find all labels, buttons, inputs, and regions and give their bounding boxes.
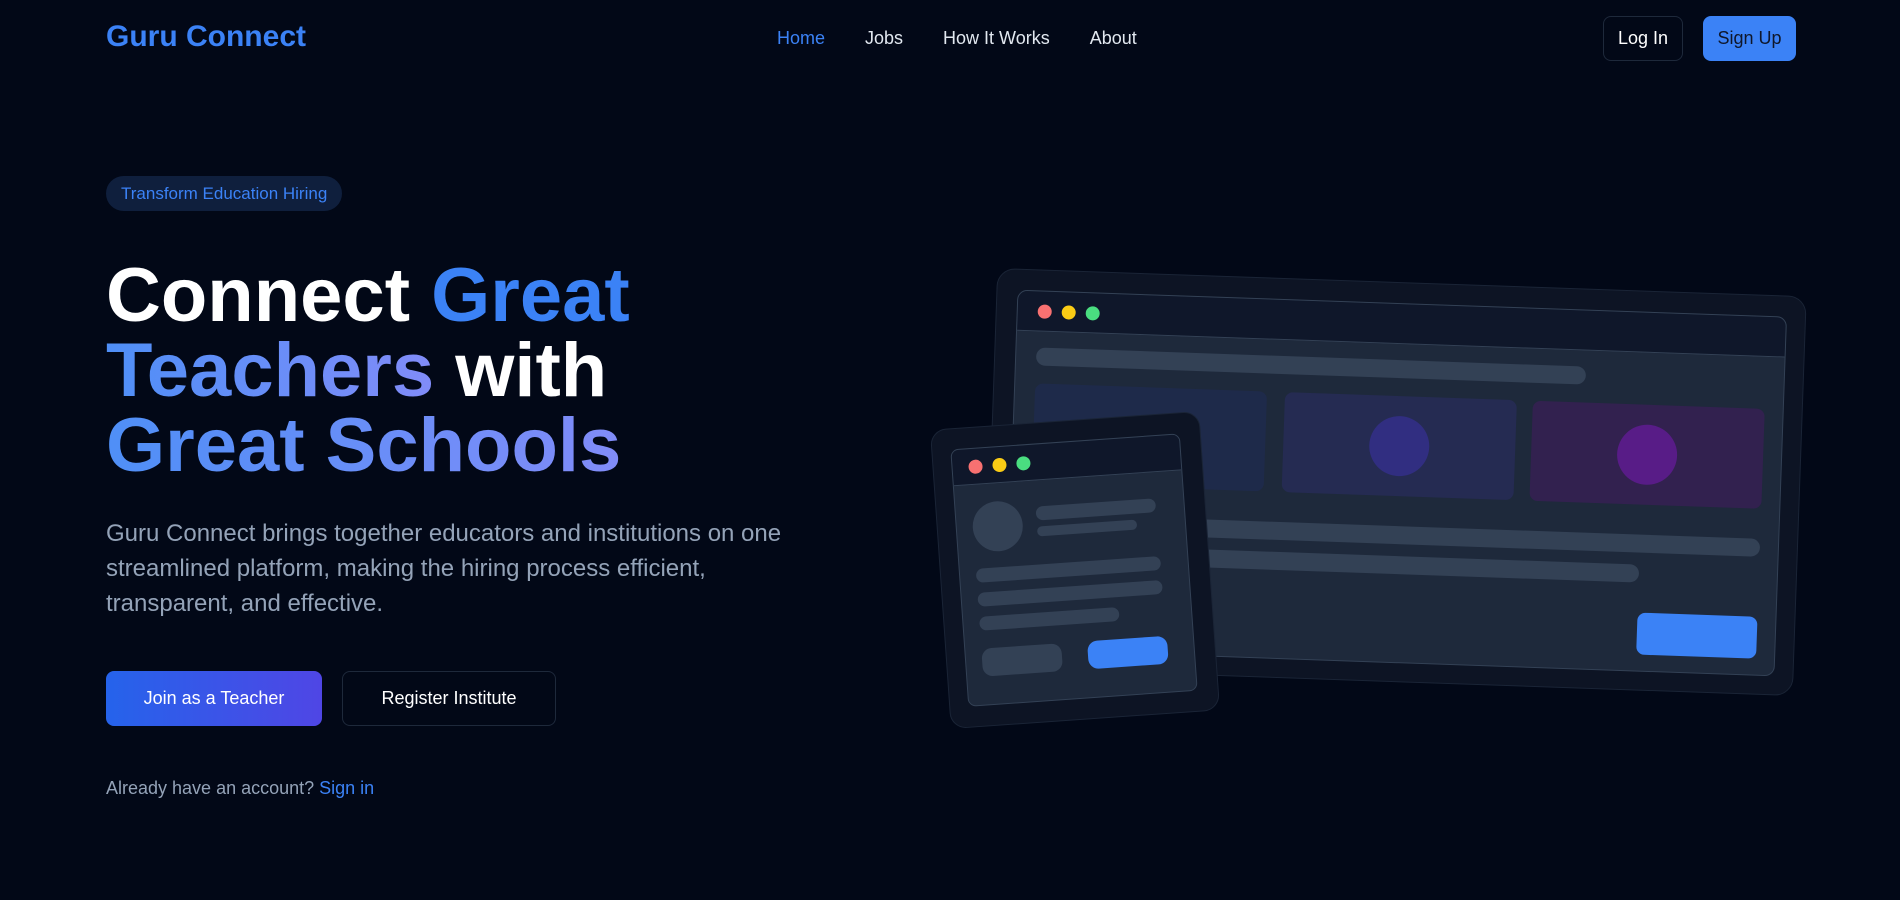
signin-link[interactable]: Sign in: [319, 778, 374, 798]
close-dot-icon: [968, 458, 983, 474]
hero-badge: Transform Education Hiring: [106, 176, 343, 211]
desktop-mockup-titlebar: [1017, 290, 1786, 358]
signup-button[interactable]: Sign Up: [1703, 16, 1796, 61]
placeholder-bar: [1035, 347, 1587, 385]
placeholder-bar: [977, 579, 1163, 607]
headline-part-3: Teachers: [106, 328, 435, 413]
placeholder-bar: [1035, 498, 1157, 521]
placeholder-avatar: [1616, 423, 1679, 486]
minimize-dot-icon: [1061, 304, 1076, 320]
brand-logo[interactable]: Guru Connect: [106, 20, 306, 54]
hero-description: Guru Connect brings together educators a…: [106, 520, 782, 617]
nav-links: Home Jobs How It Works About: [777, 28, 1137, 49]
hero-headline: Connect Great Teachers with Great School…: [106, 258, 866, 484]
headline-part-1: Connect: [106, 253, 432, 338]
placeholder-card: [1281, 392, 1517, 501]
headline-part-5: Great Schools: [106, 403, 622, 488]
maximize-dot-icon: [1085, 305, 1100, 321]
nav-link-about[interactable]: About: [1090, 28, 1137, 49]
nav-link-home[interactable]: Home: [777, 28, 825, 49]
placeholder-bar: [1036, 519, 1138, 537]
headline-part-4: with: [434, 328, 608, 413]
placeholder-bar: [979, 607, 1120, 631]
placeholder-card: [1529, 400, 1765, 509]
mobile-mockup-titlebar: [951, 434, 1182, 487]
register-institute-button[interactable]: Register Institute: [342, 671, 556, 726]
placeholder-button: [981, 643, 1064, 677]
maximize-dot-icon: [1015, 455, 1031, 471]
placeholder-button: [1087, 635, 1169, 670]
hero-illustration: [920, 267, 1820, 750]
signin-prompt-text: Already have an account?: [106, 778, 320, 798]
placeholder-button: [1636, 612, 1758, 659]
nav-link-jobs[interactable]: Jobs: [865, 28, 903, 49]
close-dot-icon: [1037, 303, 1052, 319]
minimize-dot-icon: [991, 457, 1007, 472]
placeholder-avatar: [1368, 415, 1431, 478]
mobile-mockup: [929, 410, 1221, 730]
nav-link-how-it-works[interactable]: How It Works: [943, 28, 1050, 49]
login-button[interactable]: Log In: [1603, 16, 1683, 61]
placeholder-avatar: [971, 499, 1025, 553]
top-navigation: Guru Connect Home Jobs How It Works Abou…: [0, 0, 1900, 76]
headline-part-2: Great: [431, 253, 630, 338]
mobile-mockup-screen: [950, 433, 1198, 707]
join-as-teacher-button[interactable]: Join as a Teacher: [106, 671, 322, 726]
placeholder-bar: [975, 556, 1162, 583]
signin-prompt: Already have an account? Sign in: [106, 778, 374, 799]
